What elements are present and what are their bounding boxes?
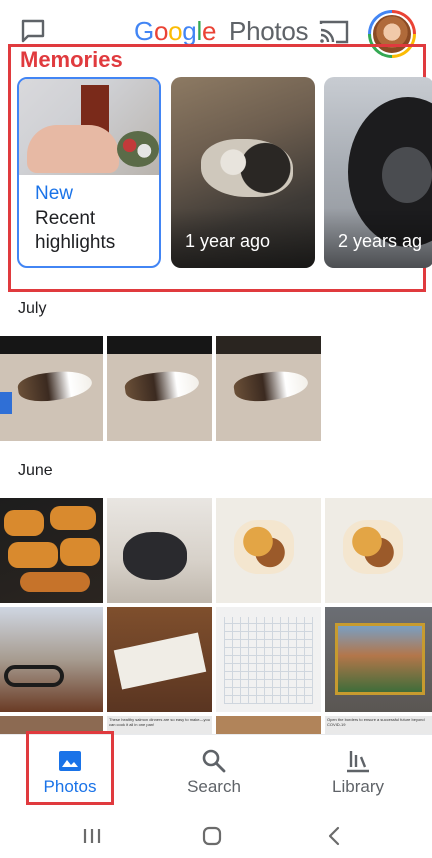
memory-card-label: 2 years ag <box>338 231 423 251</box>
photo-thumbnail[interactable] <box>216 716 321 734</box>
logo-letter: o <box>153 16 169 46</box>
nav-search[interactable]: Search <box>154 735 274 815</box>
photo-detail <box>335 623 425 695</box>
home-icon[interactable] <box>190 820 234 852</box>
system-navigation-bar <box>0 814 432 858</box>
logo-letter: G <box>134 16 154 46</box>
nav-search-label: Search <box>187 777 241 796</box>
nav-library[interactable]: Library <box>298 735 418 815</box>
memory-card-label: 1 year ago <box>185 231 271 251</box>
photo-detail <box>4 510 44 536</box>
logo-google-word: Google <box>134 16 223 46</box>
photo-thumbnail[interactable] <box>325 607 432 712</box>
photo-thumbnail[interactable]: These healthy salmon dinners are so easy… <box>107 716 212 734</box>
photo-detail <box>107 336 212 354</box>
google-photos-logo: Google Photos <box>134 16 309 47</box>
photo-detail <box>224 617 313 704</box>
cast-icon[interactable] <box>318 18 350 46</box>
thumbnail-detail <box>117 131 159 167</box>
photo-detail <box>0 336 103 354</box>
photo-thumbnail[interactable] <box>0 607 103 712</box>
photo-detail <box>216 336 321 354</box>
photo-detail <box>20 572 90 592</box>
photo-detail <box>123 532 187 580</box>
library-icon <box>344 747 372 775</box>
photo-detail <box>4 665 64 687</box>
photo-thumbnail[interactable] <box>216 607 321 712</box>
photo-detail <box>0 392 12 414</box>
photo-thumbnail[interactable] <box>216 336 321 441</box>
photo-thumbnail[interactable] <box>0 336 103 441</box>
photo-detail <box>232 366 310 406</box>
photo-thumbnail[interactable] <box>216 498 321 603</box>
search-icon <box>200 747 228 775</box>
photo-thumbnail[interactable] <box>107 498 212 603</box>
new-badge: New <box>35 183 74 204</box>
photos-tab-highlight-frame <box>26 731 114 805</box>
memory-card-recent-highlights[interactable]: New Recent highlights <box>17 77 161 268</box>
photo-detail <box>343 520 403 574</box>
photo-thumbnail[interactable] <box>107 336 212 441</box>
chat-icon[interactable] <box>18 16 48 46</box>
memory-thumbnail <box>19 79 159 175</box>
memory-card-label: Recent highlights <box>35 208 116 253</box>
nav-library-label: Library <box>332 777 384 796</box>
memory-thumbnail <box>201 139 293 197</box>
photo-detail <box>123 366 201 406</box>
logo-product-word: Photos <box>229 16 309 46</box>
photo-detail <box>234 520 294 574</box>
photo-detail <box>50 506 96 530</box>
photo-thumbnail[interactable] <box>0 498 103 603</box>
photo-thumbnail[interactable] <box>325 498 432 603</box>
photo-detail <box>60 538 100 566</box>
memories-title: Memories <box>20 47 123 72</box>
photo-detail <box>113 632 207 690</box>
thumbnail-detail <box>27 125 119 173</box>
logo-letter: e <box>201 16 217 46</box>
logo-letter: g <box>182 16 197 46</box>
photo-thumbnail[interactable]: Open the borders to ensure a successful … <box>325 716 432 734</box>
section-header-july: July <box>18 300 47 317</box>
photo-detail <box>8 542 58 568</box>
memory-card-1-year-ago[interactable]: 1 year ago <box>171 77 315 268</box>
photo-detail <box>16 366 94 406</box>
memory-card-2-years-ago[interactable]: 2 years ag <box>324 77 432 268</box>
thumbnail-detail <box>382 147 432 203</box>
logo-letter: o <box>168 16 183 46</box>
photo-caption-text: These healthy salmon dinners are so easy… <box>109 717 210 727</box>
recent-apps-icon[interactable] <box>70 820 114 852</box>
photo-thumbnail[interactable] <box>107 607 212 712</box>
section-header-june: June <box>18 462 53 479</box>
back-icon[interactable] <box>312 820 356 852</box>
photo-caption-text: Open the borders to ensure a successful … <box>327 717 425 727</box>
